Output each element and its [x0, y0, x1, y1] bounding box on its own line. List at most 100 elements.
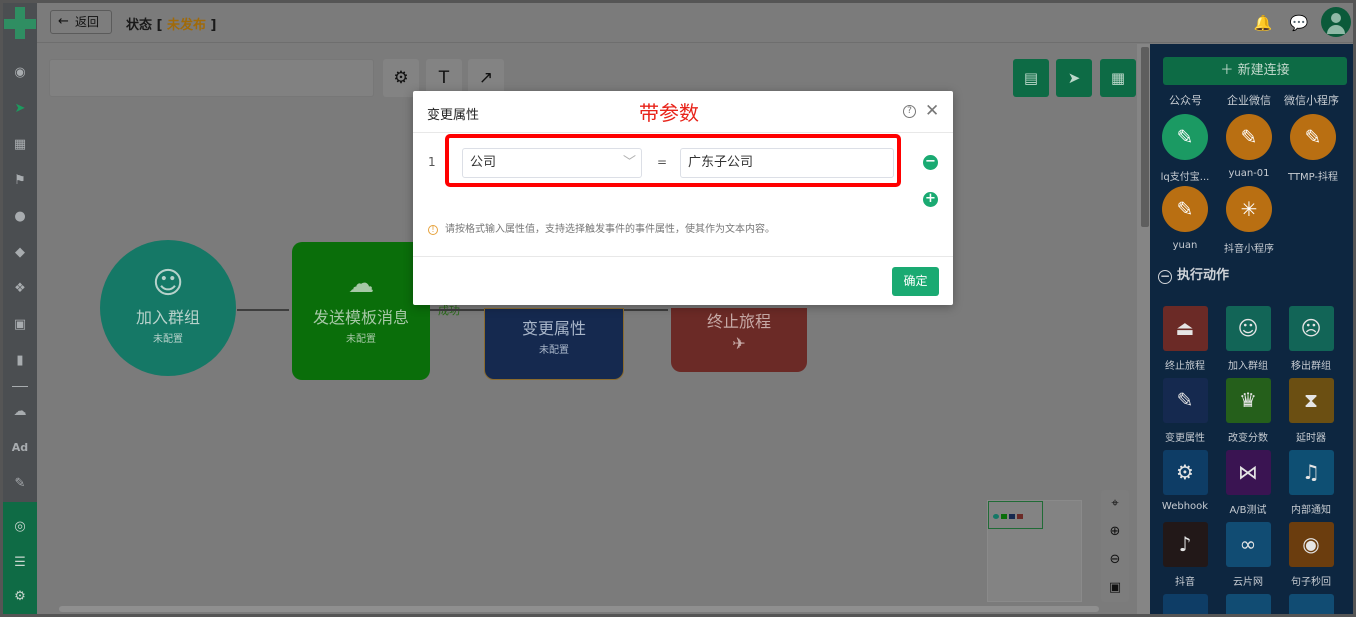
wrench-icon: ✎ [1162, 114, 1208, 160]
dashboard-icon[interactable]: ◉ [11, 64, 29, 82]
send-icon: ➤ [1067, 69, 1081, 87]
edge [624, 309, 668, 311]
action-internal-notice[interactable]: ♫ 内部通知 [1281, 450, 1341, 516]
action-ab-test[interactable]: ⋈ A/B测试 [1218, 450, 1278, 516]
top-bar: ← 返回 状态 [ 未发布 ] 🔔 💬 [37, 3, 1353, 43]
app-item[interactable]: ✳ 抖音小程序 [1216, 186, 1282, 255]
cluster-icon[interactable]: ❖ [11, 280, 29, 298]
app-label: yuan [1172, 240, 1198, 251]
minimap[interactable] [987, 500, 1082, 602]
broadcast-icon[interactable]: ◎ [11, 518, 29, 536]
component-panel: ＋ 新建连接 公众号 企业微信 微信小程序 ✎ lq支付宝... ✎ yuan-… [1150, 44, 1353, 614]
ad-icon[interactable]: Ad [11, 439, 29, 457]
publish-button[interactable]: ➤ [1056, 59, 1092, 97]
app-item[interactable]: ✎ yuan-01 [1216, 114, 1282, 179]
confirm-button[interactable]: 确定 [892, 267, 939, 296]
collapse-icon: − [1158, 269, 1172, 284]
minimap-node [1001, 514, 1007, 519]
node-title: 加入群组 [135, 308, 200, 327]
action-more[interactable] [1218, 594, 1278, 614]
node-terminate[interactable]: 终止旅程 ✈ [671, 308, 807, 372]
edge [237, 309, 289, 311]
user-add-icon: ☺ [1225, 306, 1271, 351]
layout-icon[interactable]: ▦ [11, 136, 29, 154]
add-row-icon[interactable]: + [923, 192, 938, 207]
help-icon[interactable]: ? [903, 105, 916, 118]
tab-wecom[interactable]: 企业微信 [1227, 92, 1271, 108]
highlight-box [445, 134, 901, 187]
action-delay[interactable]: ⧗ 延时器 [1281, 378, 1341, 444]
layout-button[interactable]: ▦ [1100, 59, 1136, 97]
avatar[interactable] [1321, 7, 1351, 37]
action-more[interactable] [1155, 594, 1215, 614]
app-label: lq支付宝... [1160, 172, 1210, 183]
cloud-icon: ∞ [1225, 522, 1271, 567]
app-item[interactable]: ✎ yuan [1152, 186, 1218, 251]
journey-name-input[interactable] [49, 59, 374, 97]
send-icon[interactable]: ➤ [11, 100, 29, 118]
settings-icon[interactable]: ⚙ [11, 588, 29, 606]
close-icon[interactable]: ✕ [925, 101, 939, 121]
action-label: 内部通知 [1291, 505, 1331, 516]
minimap-node [1009, 514, 1015, 519]
action-label: 变更属性 [1165, 433, 1205, 444]
action-more[interactable] [1281, 594, 1341, 614]
tab-official-account[interactable]: 公众号 [1169, 92, 1202, 108]
app-item[interactable]: ✎ lq支付宝... [1152, 114, 1218, 183]
app-item[interactable]: ✎ TTMP-抖程 [1280, 114, 1346, 183]
zoom-in-icon[interactable]: ⊕ [1101, 518, 1129, 546]
node-title: 发送模板消息 [312, 308, 409, 327]
page-title: 状态 [ 未发布 ] [126, 18, 217, 33]
zoom-out-icon[interactable]: ⊖ [1101, 546, 1129, 574]
new-connection-label: 新建连接 [1237, 63, 1290, 78]
fit-view-icon[interactable]: ▣ [1101, 574, 1129, 602]
action-juzi[interactable]: ◉ 句子秒回 [1281, 522, 1341, 588]
section-title: 执行动作 [1177, 268, 1230, 283]
bookmark-icon[interactable]: ▣ [11, 316, 29, 334]
back-button[interactable]: ← 返回 [50, 10, 112, 34]
action-label: 改变分数 [1228, 433, 1268, 444]
zoom-controls: ⌖ ⊕ ⊖ ▣ [1101, 490, 1129, 602]
save-icon: ▤ [1023, 69, 1039, 87]
edge [430, 309, 484, 311]
new-connection-button[interactable]: ＋ 新建连接 [1163, 57, 1347, 85]
chat-icon[interactable]: 💬 [1289, 13, 1309, 33]
user-icon[interactable]: ● [11, 208, 29, 226]
node-send-template[interactable]: ☁ 发送模板消息 未配置 [292, 242, 430, 380]
action-webhook[interactable]: ⚙ Webhook [1155, 450, 1215, 512]
flag-icon[interactable]: ⚑ [11, 172, 29, 190]
action-yunpian[interactable]: ∞ 云片网 [1218, 522, 1278, 588]
action-change-attribute[interactable]: ✎ 变更属性 [1155, 378, 1215, 444]
wrench-icon[interactable]: ✎ [11, 475, 29, 493]
annotation-text: 带参数 [639, 101, 699, 125]
divider [413, 132, 953, 133]
users-icon[interactable]: ◆ [11, 244, 29, 262]
action-label: 延时器 [1296, 433, 1326, 444]
action-label: A/B测试 [1229, 505, 1267, 516]
action-tiktok[interactable]: ♪ 抖音 [1155, 522, 1215, 588]
bell-icon[interactable]: 🔔 [1253, 13, 1273, 33]
tab-wechat-miniprogram[interactable]: 微信小程序 [1284, 92, 1339, 108]
save-button[interactable]: ▤ [1013, 59, 1049, 97]
trophy-icon: ♛ [1225, 378, 1271, 423]
bar-chart-icon[interactable]: ▮ [11, 352, 29, 370]
wechat-icon[interactable]: ☁ [11, 403, 29, 421]
action-leave-group[interactable]: ☹ 移出群组 [1281, 306, 1341, 372]
user-remove-icon: ☹ [1288, 306, 1334, 351]
node-change-attribute[interactable]: 变更属性 未配置 [484, 308, 624, 380]
logo [3, 3, 37, 47]
dialog-title: 变更属性 [427, 108, 480, 123]
node-subtitle: 未配置 [346, 334, 376, 345]
remove-row-icon[interactable]: − [923, 155, 938, 170]
arrow-left-icon: ← [58, 14, 69, 29]
user-add-icon: ☺ [152, 266, 184, 301]
server-icon[interactable]: ☰ [11, 554, 29, 572]
horizontal-scrollbar[interactable] [37, 604, 1137, 614]
action-change-score[interactable]: ♛ 改变分数 [1218, 378, 1278, 444]
action-label: 句子秒回 [1291, 577, 1331, 588]
node-join-group[interactable]: ☺ 加入群组 未配置 [100, 240, 236, 376]
section-actions-header[interactable]: − 执行动作 [1158, 264, 1229, 284]
locate-icon[interactable]: ⌖ [1101, 490, 1129, 518]
action-terminate[interactable]: ⏏ 终止旅程 [1155, 306, 1215, 372]
action-join-group[interactable]: ☺ 加入群组 [1218, 306, 1278, 372]
